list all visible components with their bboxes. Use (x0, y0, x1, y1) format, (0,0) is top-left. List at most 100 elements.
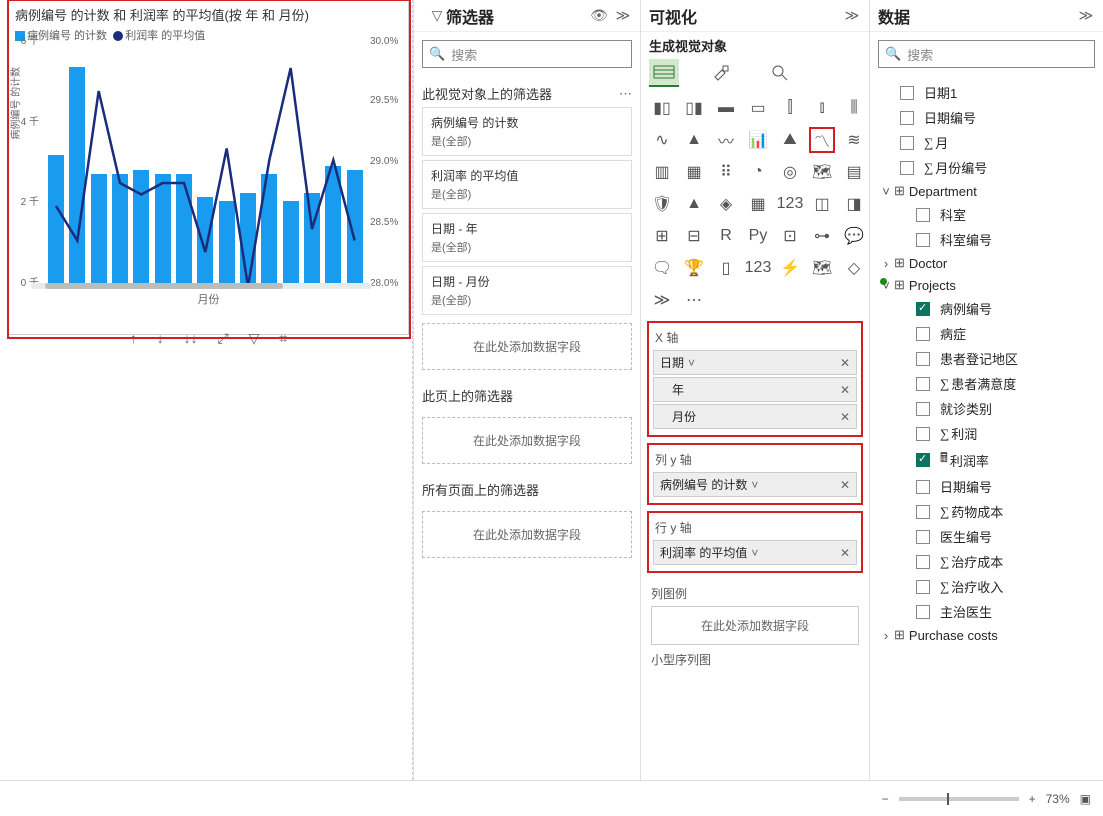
viz-type-icon[interactable]: R (713, 223, 739, 249)
table-Department[interactable]: ˅⊞Department (872, 180, 1101, 202)
field-治疗成本[interactable]: ∑治疗成本 (872, 549, 1101, 574)
checkbox[interactable] (916, 352, 930, 366)
add-filter-page[interactable]: 在此处添加数据字段 (422, 417, 632, 464)
viz-type-icon[interactable]: 123 (777, 191, 803, 217)
viz-type-icon[interactable]: ⋯ (681, 287, 707, 313)
checkbox[interactable] (900, 86, 914, 100)
remove-icon[interactable]: ✕ (840, 356, 850, 370)
viz-type-icon[interactable]: ▤ (841, 159, 867, 185)
drill-up-icon[interactable]: ↑ (130, 330, 137, 346)
table-Doctor[interactable]: ›⊞Doctor (872, 252, 1101, 274)
checkbox[interactable] (916, 427, 930, 441)
viz-type-icon[interactable]: ◇ (841, 255, 867, 281)
line-y-well[interactable]: 行 y 轴 利润率 的平均值˅✕ (647, 511, 863, 573)
field-科室编号[interactable]: 科室编号 (872, 227, 1101, 252)
remove-icon[interactable]: ✕ (840, 383, 850, 397)
well-item-count[interactable]: 病例编号 的计数˅✕ (653, 472, 857, 497)
viz-type-icon[interactable]: ⫾ (809, 95, 835, 121)
more-icon[interactable]: ⋯ (619, 86, 632, 102)
add-filter-all[interactable]: 在此处添加数据字段 (422, 511, 632, 558)
checkbox[interactable] (916, 233, 930, 247)
viz-type-icon[interactable]: ◫ (809, 191, 835, 217)
viz-type-icon[interactable]: ◈ (713, 191, 739, 217)
field-患者登记地区[interactable]: 患者登记地区 (872, 346, 1101, 371)
viz-type-icon[interactable]: 🛡 (649, 191, 675, 217)
viz-type-icon[interactable]: ▦ (681, 159, 707, 185)
filter-icon[interactable]: ▽ (249, 330, 260, 347)
viz-type-icon[interactable]: ▥ (649, 159, 675, 185)
remove-icon[interactable]: ✕ (840, 410, 850, 424)
viz-type-icon[interactable]: ⚡ (777, 255, 803, 281)
scroll-thumb[interactable] (45, 283, 284, 289)
checkbox[interactable] (916, 208, 930, 222)
checkbox[interactable] (916, 505, 930, 519)
zoom-in-button[interactable]: + (1029, 792, 1036, 806)
viz-tab-format[interactable] (707, 59, 737, 87)
checkbox[interactable] (916, 605, 930, 619)
viz-type-icon[interactable]: ◨ (841, 191, 867, 217)
chevron-down-icon[interactable]: ˅ (688, 356, 695, 370)
field-日期编号[interactable]: 日期编号 (872, 474, 1101, 499)
focus-icon[interactable]: ⌗ (279, 330, 287, 347)
well-item-month[interactable]: 月份✕ (653, 404, 857, 429)
checkbox[interactable] (916, 453, 930, 467)
caret-icon[interactable]: › (880, 628, 892, 643)
field-日期编号[interactable]: 日期编号 (872, 105, 1101, 130)
viz-type-icon[interactable]: ∿ (649, 127, 675, 153)
drill-all-icon[interactable]: ↓↓ (184, 330, 198, 346)
viz-type-icon[interactable]: ⫼ (841, 95, 867, 121)
viz-type-icon[interactable]: ⊟ (681, 223, 707, 249)
collapse-icon[interactable]: ≫ (1077, 7, 1095, 24)
zoom-out-button[interactable]: − (882, 792, 889, 806)
well-item-avg[interactable]: 利润率 的平均值˅✕ (653, 540, 857, 565)
checkbox[interactable] (916, 402, 930, 416)
eye-icon[interactable]: 👁 (590, 7, 608, 24)
checkbox[interactable] (916, 480, 930, 494)
checkbox[interactable] (916, 302, 930, 316)
viz-type-icon[interactable]: Py (745, 223, 771, 249)
viz-type-icon[interactable]: ⛰ (777, 127, 803, 153)
chart-horizontal-scroll[interactable] (31, 283, 372, 289)
viz-type-icon[interactable]: ⊞ (649, 223, 675, 249)
viz-type-icon[interactable]: 🗺 (809, 159, 835, 185)
checkbox[interactable] (916, 530, 930, 544)
filter-search[interactable]: 🔍 搜索 (422, 40, 632, 68)
viz-type-icon[interactable]: 123 (745, 255, 771, 281)
checkbox[interactable] (900, 161, 914, 175)
filter-card[interactable]: 日期 - 年是(全部) (422, 213, 632, 262)
viz-type-icon[interactable]: ≋ (841, 127, 867, 153)
field-日期1[interactable]: 日期1 (872, 80, 1101, 105)
field-就诊类别[interactable]: 就诊类别 (872, 396, 1101, 421)
remove-icon[interactable]: ✕ (840, 478, 850, 492)
viz-type-icon[interactable]: ≫ (649, 287, 675, 313)
field-月份编号[interactable]: ∑月份编号 (872, 155, 1101, 180)
viz-type-icon[interactable]: ◎ (777, 159, 803, 185)
add-filter-visual[interactable]: 在此处添加数据字段 (422, 323, 632, 370)
chevron-down-icon[interactable]: ˅ (751, 546, 758, 560)
filter-card[interactable]: 利润率 的平均值是(全部) (422, 160, 632, 209)
field-治疗收入[interactable]: ∑治疗收入 (872, 574, 1101, 599)
collapse-icon[interactable]: ≫ (843, 7, 861, 24)
checkbox[interactable] (900, 111, 914, 125)
column-y-well[interactable]: 列 y 轴 病例编号 的计数˅✕ (647, 443, 863, 505)
viz-type-icon[interactable]: ▬ (713, 95, 739, 121)
expand-icon[interactable]: ⤢ (218, 330, 229, 347)
viz-type-icon[interactable]: 🏆 (681, 255, 707, 281)
caret-icon[interactable]: › (880, 256, 892, 271)
viz-type-icon[interactable]: ⫿ (777, 95, 803, 121)
chart-visual[interactable]: 病例编号 的计数 和 利润率 的平均值(按 年 和 月份) 病例编号 的计数 利… (8, 0, 409, 335)
table-Projects[interactable]: ˅⊞Projects (872, 274, 1101, 296)
field-患者满意度[interactable]: ∑患者满意度 (872, 371, 1101, 396)
well-item-year[interactable]: 年✕ (653, 377, 857, 402)
fit-page-icon[interactable]: ▣ (1080, 792, 1091, 806)
viz-type-icon[interactable]: 🗺 (809, 255, 835, 281)
field-利润率[interactable]: 🖩利润率 (872, 446, 1101, 474)
viz-type-icon[interactable]: ⊶ (809, 223, 835, 249)
field-月[interactable]: ∑月 (872, 130, 1101, 155)
filter-card[interactable]: 日期 - 月份是(全部) (422, 266, 632, 315)
field-科室[interactable]: 科室 (872, 202, 1101, 227)
viz-type-icon[interactable]: ▯ (713, 255, 739, 281)
viz-type-icon[interactable]: 💬 (841, 223, 867, 249)
collapse-icon[interactable]: ≫ (614, 7, 632, 24)
legend-well-add[interactable]: 在此处添加数据字段 (651, 606, 859, 645)
